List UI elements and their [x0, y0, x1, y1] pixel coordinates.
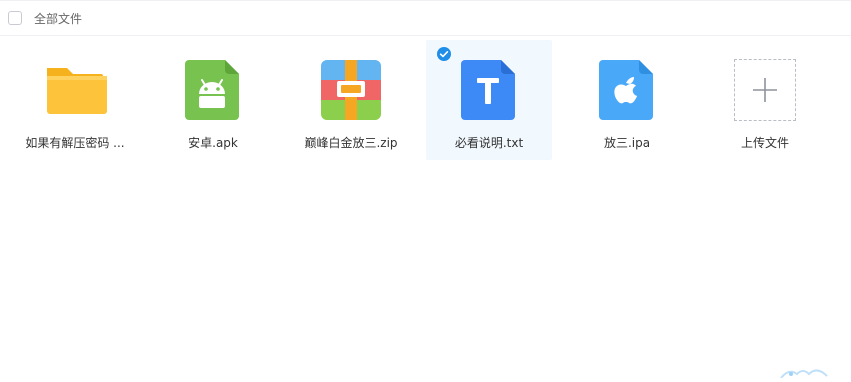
file-item-ipa[interactable]: 放三.ipa [564, 40, 690, 160]
upload-file-button[interactable] [734, 59, 796, 121]
file-item-folder[interactable]: 如果有解压密码 ... [12, 40, 138, 160]
file-item-zip[interactable]: 巅峰白金放三.zip [288, 40, 414, 160]
corner-decoration-icon [779, 363, 829, 377]
upload-file-tile[interactable]: 上传文件 [702, 40, 828, 160]
plus-icon [735, 60, 795, 120]
selected-check-icon[interactable] [437, 46, 451, 60]
select-all-checkbox[interactable] [8, 11, 22, 25]
file-name: 安卓.apk [150, 135, 276, 151]
file-list-header: 全部文件 [0, 0, 851, 36]
file-item-apk[interactable]: 安卓.apk [150, 40, 276, 160]
file-item-txt[interactable]: 必看说明.txt [426, 40, 552, 160]
text-file-icon [457, 58, 521, 122]
file-name: 放三.ipa [564, 135, 690, 151]
android-apk-icon [181, 58, 245, 122]
file-name: 必看说明.txt [426, 135, 552, 151]
file-name: 巅峰白金放三.zip [288, 135, 414, 151]
file-name: 如果有解压密码 ... [12, 135, 138, 151]
zip-archive-icon [319, 58, 383, 122]
apple-ipa-icon [595, 58, 659, 122]
all-files-label: 全部文件 [34, 11, 82, 27]
folder-icon [43, 58, 107, 122]
upload-file-label: 上传文件 [702, 135, 828, 151]
